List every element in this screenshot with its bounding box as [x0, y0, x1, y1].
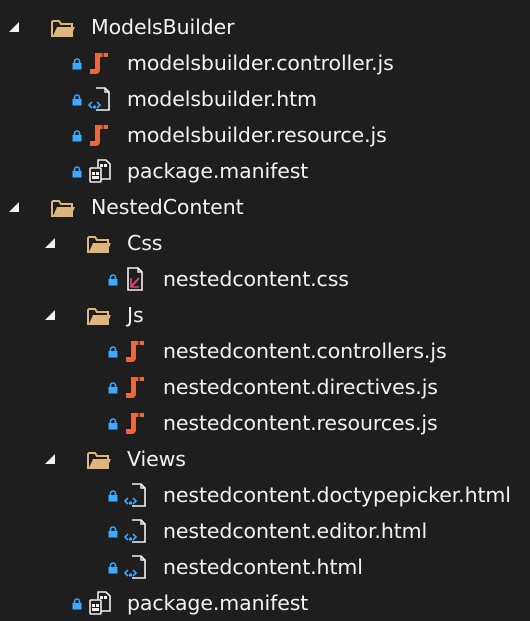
- tree-row-nestedcontent-resources-js[interactable]: nestedcontent.resources.js: [0, 405, 530, 441]
- lock-icon: [72, 598, 82, 610]
- expanded-arrow-icon[interactable]: [44, 237, 56, 249]
- tree-item-label: nestedcontent.controllers.js: [163, 339, 447, 363]
- tree-row-nestedcontent-css[interactable]: nestedcontent.css: [0, 261, 530, 297]
- js-file-icon: [126, 413, 144, 434]
- tree-item-label: nestedcontent.directives.js: [163, 375, 438, 399]
- tree-item-label: Views: [127, 447, 186, 471]
- folder-icon: [87, 236, 111, 253]
- folder-icon: [87, 308, 111, 325]
- tree-item-label: modelsbuilder.controller.js: [127, 51, 394, 75]
- lock-icon: [72, 130, 82, 142]
- expanded-arrow-icon[interactable]: [8, 21, 20, 33]
- folder-icon: [51, 200, 75, 217]
- html-file-icon: [123, 483, 146, 507]
- tree-item-label: Css: [127, 231, 163, 255]
- lock-icon: [108, 418, 118, 430]
- lock-icon: [108, 562, 118, 574]
- tree-item-label: ModelsBuilder: [91, 15, 235, 39]
- tree-row-modelsbuilder-resource-js[interactable]: modelsbuilder.resource.js: [0, 117, 530, 153]
- html-file-icon: [87, 87, 110, 111]
- js-file-icon: [90, 53, 108, 74]
- js-file-icon: [126, 377, 144, 398]
- tree-row-nestedcontent-directives-js[interactable]: nestedcontent.directives.js: [0, 369, 530, 405]
- manifest-file-icon: [89, 159, 111, 183]
- manifest-file-icon: [89, 591, 111, 615]
- css-file-icon: [127, 267, 143, 291]
- expanded-arrow-icon[interactable]: [44, 453, 56, 465]
- tree-row-nestedcontent-doctypepicker-html[interactable]: nestedcontent.doctypepicker.html: [0, 477, 530, 513]
- expanded-arrow-icon[interactable]: [44, 309, 56, 321]
- tree-row-modelsbuilder-controller-js[interactable]: modelsbuilder.controller.js: [0, 45, 530, 81]
- lock-icon: [108, 490, 118, 502]
- tree-item-label: package.manifest: [127, 159, 309, 183]
- folder-icon: [87, 452, 111, 469]
- html-file-icon: [123, 555, 146, 579]
- tree-item-label: Js: [127, 303, 144, 327]
- tree-row-package-manifest-nested[interactable]: package.manifest: [0, 585, 530, 621]
- tree-row-package-manifest[interactable]: package.manifest: [0, 153, 530, 189]
- lock-icon: [108, 274, 118, 286]
- tree-row-modelsbuilder-htm[interactable]: modelsbuilder.htm: [0, 81, 530, 117]
- tree-row-nestedcontent-editor-html[interactable]: nestedcontent.editor.html: [0, 513, 530, 549]
- tree-row-css-folder[interactable]: Css: [0, 225, 530, 261]
- tree-row-nestedcontent-folder[interactable]: NestedContent: [0, 189, 530, 225]
- tree-row-modelsbuilder-folder[interactable]: ModelsBuilder: [0, 9, 530, 45]
- lock-icon: [108, 346, 118, 358]
- solution-explorer-tree: ModelsBuilder modelsbuilder.controller.j…: [0, 0, 530, 621]
- tree-item-label: NestedContent: [91, 195, 244, 219]
- tree-item-label: nestedcontent.resources.js: [163, 411, 438, 435]
- lock-icon: [72, 58, 82, 70]
- html-file-icon: [123, 519, 146, 543]
- expanded-arrow-icon[interactable]: [8, 201, 20, 213]
- tree-item-label: package.manifest: [127, 591, 309, 615]
- lock-icon: [108, 382, 118, 394]
- tree-item-label: modelsbuilder.resource.js: [127, 123, 387, 147]
- js-file-icon: [90, 125, 108, 146]
- tree-row-nestedcontent-html[interactable]: nestedcontent.html: [0, 549, 530, 585]
- tree-row-js-folder[interactable]: Js: [0, 297, 530, 333]
- tree-item-label: nestedcontent.doctypepicker.html: [163, 483, 511, 507]
- folder-icon: [51, 20, 75, 37]
- lock-icon: [108, 526, 118, 538]
- tree-row-views-folder[interactable]: Views: [0, 441, 530, 477]
- lock-icon: [72, 166, 82, 178]
- tree-row-nestedcontent-controllers-js[interactable]: nestedcontent.controllers.js: [0, 333, 530, 369]
- tree-item-label: modelsbuilder.htm: [127, 87, 317, 111]
- tree-item-label: nestedcontent.html: [163, 555, 363, 579]
- tree-item-label: nestedcontent.editor.html: [163, 519, 428, 543]
- lock-icon: [72, 94, 82, 106]
- js-file-icon: [126, 341, 144, 362]
- tree-item-label: nestedcontent.css: [163, 267, 349, 291]
